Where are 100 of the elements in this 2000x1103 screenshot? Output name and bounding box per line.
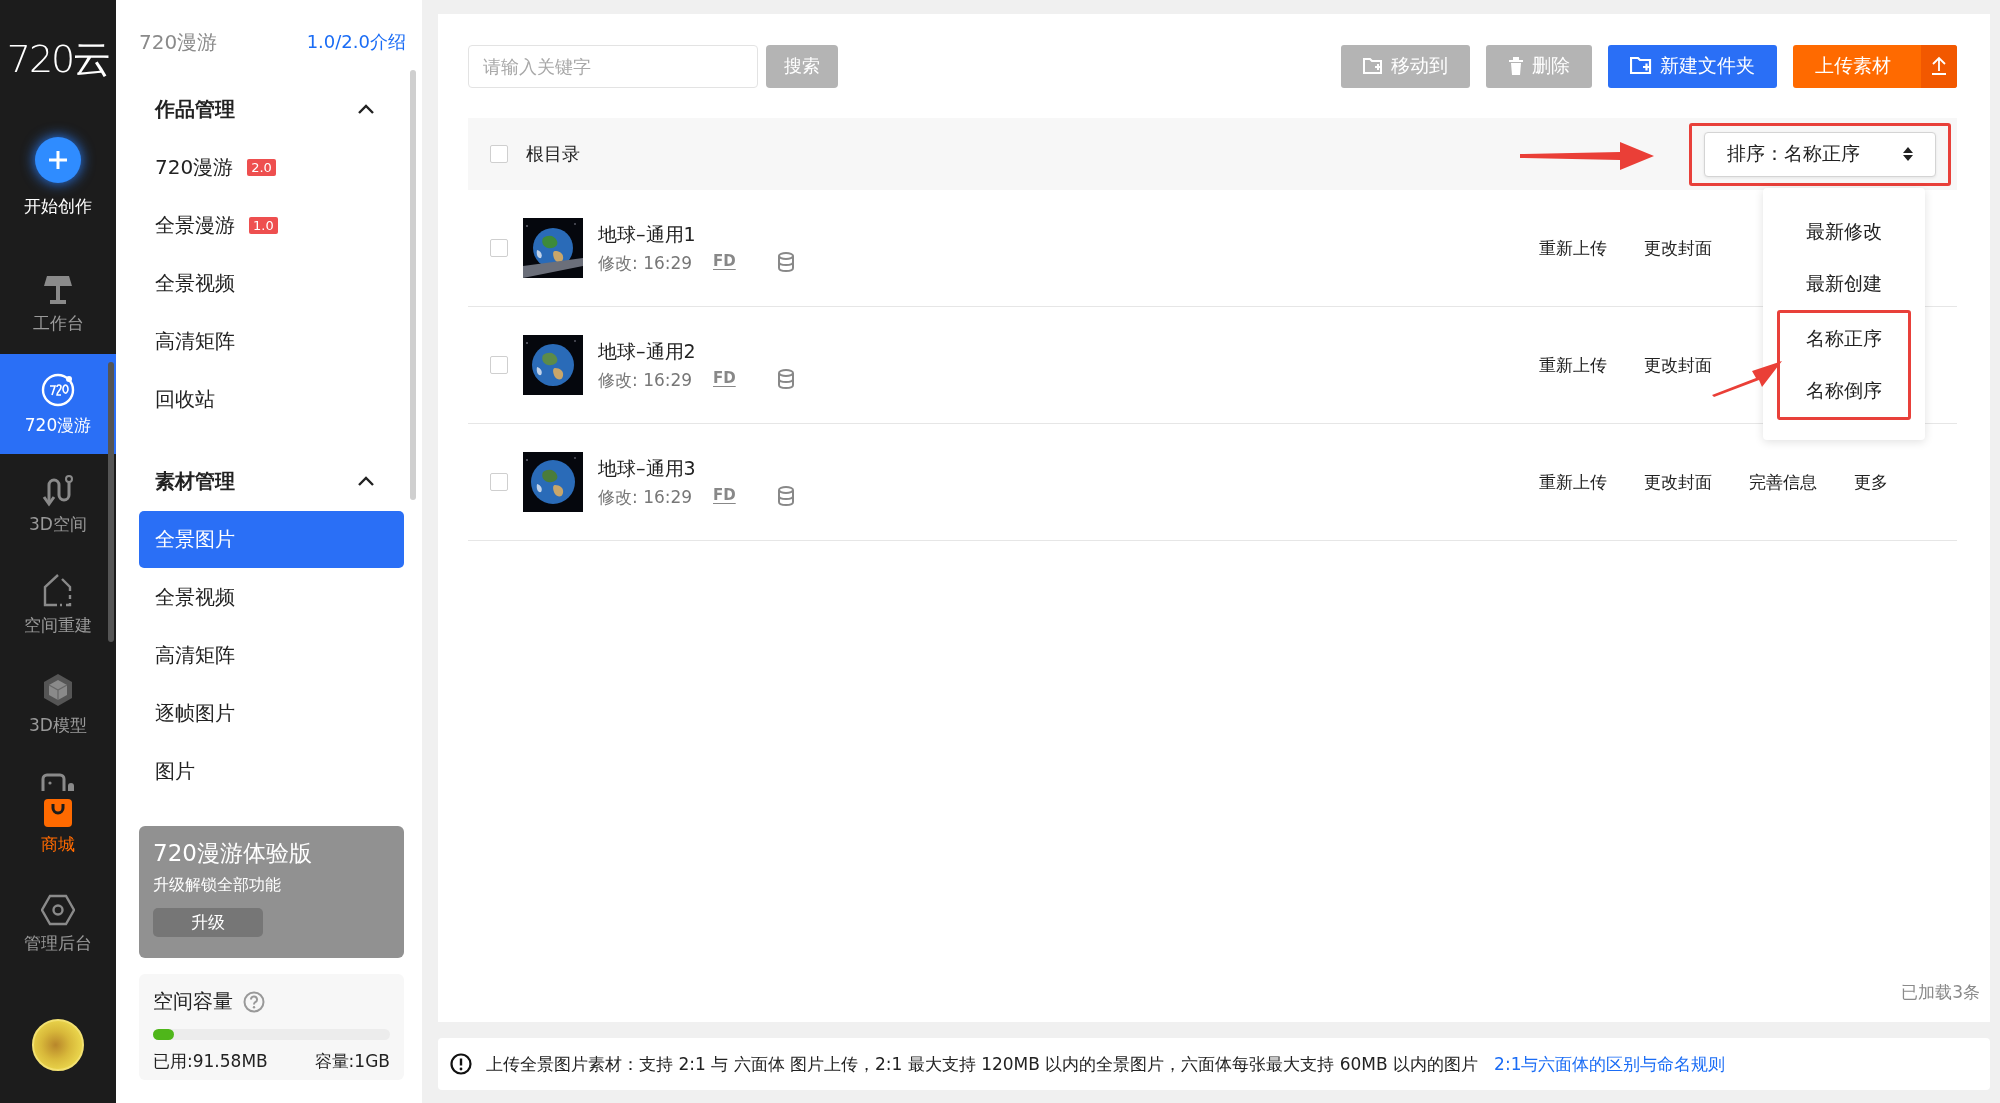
nav-item[interactable]: 3D空间 [0, 454, 116, 554]
folder-add-icon [1630, 56, 1652, 76]
create-label: 开始创作 [24, 195, 92, 218]
nav-item[interactable]: 空间重建 [0, 554, 116, 654]
arch-icon [40, 772, 76, 791]
chevron-up-icon[interactable] [358, 476, 374, 486]
checkbox[interactable] [490, 356, 508, 374]
sidebar-item[interactable]: 全景图片 [139, 511, 404, 568]
version-badge: 2.0 [247, 159, 276, 176]
section-title: 素材管理 [155, 467, 235, 495]
sidebar-item[interactable]: 逐帧图片 [139, 685, 404, 742]
database-icon [777, 486, 794, 506]
sort-option[interactable]: 最新修改 [1763, 206, 1925, 258]
modified-time: 修改: 16:29 [598, 251, 694, 275]
notice-text: 上传全景图片素材：支持 2:1 与 六面体 图片上传，2:1 最大支持 120MB 以内的全景图片，六面体每张最大支持 60MB 以内的图片 [486, 1052, 1479, 1076]
help-icon[interactable] [243, 990, 265, 1013]
checkbox[interactable] [490, 145, 508, 163]
sidebar-item-label: 高清矩阵 [155, 642, 235, 669]
format-tag: FD [713, 486, 736, 504]
sidebar-item[interactable]: 高清矩阵 [139, 313, 404, 370]
trash-icon [1508, 57, 1524, 75]
row-action-link[interactable]: 更多 [1854, 470, 1959, 494]
loaded-count: 已加载3条 [1901, 981, 1980, 1004]
modified-time: 修改: 16:29 [598, 485, 694, 509]
checkbox[interactable] [490, 239, 508, 257]
nav-label: 商城 [41, 832, 75, 856]
nav-item[interactable]: 管理后台 [0, 874, 116, 974]
row-action-link[interactable]: 重新上传 [1539, 470, 1644, 494]
sidebar-item[interactable]: 720漫游 2.0 [139, 139, 404, 196]
sidebar-item-label: 高清矩阵 [155, 328, 235, 355]
path-icon [41, 472, 75, 507]
format-tag: FD [713, 369, 736, 387]
sort-option[interactable]: 最新创建 [1763, 258, 1925, 310]
sidebar-item[interactable]: 回收站 [139, 371, 404, 428]
capacity-text: 容量:1GB [314, 1050, 390, 1073]
row-action-link[interactable]: 重新上传 [1539, 353, 1644, 377]
version-badge: 1.0 [249, 217, 278, 234]
file-name: 地球–通用1 [598, 221, 697, 247]
promo-subtitle: 升级解锁全部功能 [153, 875, 281, 896]
new-folder-button[interactable]: 新建文件夹 [1608, 44, 1777, 88]
sort-icon [1903, 146, 1913, 162]
tour-icon [40, 371, 76, 408]
scrollbar[interactable] [108, 362, 114, 642]
sidebar-item[interactable]: 全景视频 [139, 569, 404, 626]
sidebar-item[interactable]: 高清矩阵 [139, 627, 404, 684]
row-action-link[interactable]: 更改封面 [1644, 353, 1749, 377]
file-name: 地球–通用2 [598, 338, 697, 364]
nav-item[interactable]: 720漫游 [0, 354, 116, 454]
database-icon [777, 369, 794, 389]
root-label: 根目录 [526, 142, 580, 166]
row-action-link[interactable]: 完善信息 [1749, 470, 1854, 494]
nav-item[interactable]: 3D模型 [0, 654, 116, 754]
plus-icon [47, 149, 69, 171]
create-button[interactable] [35, 137, 81, 183]
nav-label: 工作台 [32, 311, 84, 335]
database-icon [777, 252, 794, 272]
sidebar-item-label: 全景视频 [155, 584, 235, 611]
logo[interactable]: 720云 [6, 34, 110, 85]
intro-link[interactable]: 1.0/2.0介绍 [306, 30, 406, 54]
sidebar-item-label: 回收站 [155, 386, 215, 413]
sidebar-item-label: 全景视频 [155, 270, 235, 297]
sidebar-title: 720漫游 [139, 28, 218, 56]
chevron-up-icon[interactable] [358, 104, 374, 114]
upgrade-button[interactable]: 升级 [153, 908, 263, 937]
search-field[interactable]: 请输入关键字 [468, 44, 758, 88]
naming-rules-link[interactable]: 2:1与六面体的区别与命名规则 [1494, 1052, 1726, 1076]
shopping-bag-icon [44, 796, 72, 827]
sort-option[interactable]: 名称倒序 [1780, 365, 1908, 417]
row-action-link[interactable]: 更改封面 [1644, 236, 1749, 260]
format-tag: FD [713, 252, 736, 270]
storage-title: 空间容量 [153, 988, 233, 1015]
hexagon-gear-icon [41, 893, 75, 926]
cube-icon [41, 671, 75, 708]
sidebar-item-label: 逐帧图片 [155, 700, 235, 727]
avatar[interactable] [32, 1019, 84, 1071]
file-name: 地球–通用3 [598, 455, 697, 481]
sort-option[interactable]: 名称正序 [1780, 313, 1908, 365]
promo-title: 720漫游体验版 [153, 839, 312, 868]
sidebar-item-label: 720漫游 [155, 154, 234, 181]
nav-item[interactable]: 工作台 [0, 254, 116, 354]
sort-dropdown[interactable]: 排序：名称正序 [1704, 131, 1936, 177]
sidebar-item-label: 全景漫游 [155, 212, 235, 239]
nav-label: 管理后台 [24, 931, 92, 955]
nav-label: 空间重建 [24, 613, 92, 637]
nav-item[interactable]: 商城 [0, 754, 116, 874]
sidebar-item-label: 图片 [155, 758, 195, 785]
row-action-link[interactable]: 重新上传 [1539, 236, 1644, 260]
scrollbar[interactable] [410, 70, 416, 500]
folder-move-icon [1363, 57, 1383, 75]
section-title: 作品管理 [155, 95, 235, 123]
nav-label: 3D模型 [29, 713, 87, 737]
used-text: 已用:91.58MB [153, 1050, 268, 1073]
sidebar-item[interactable]: 全景漫游 1.0 [139, 197, 404, 254]
row-action-link[interactable]: 更改封面 [1644, 470, 1749, 494]
info-icon [450, 1053, 472, 1075]
sidebar-item[interactable]: 图片 [139, 743, 404, 800]
sidebar-item-label: 全景图片 [155, 526, 235, 553]
sidebar-item[interactable]: 全景视频 [139, 255, 404, 312]
nav-label: 720漫游 [24, 413, 92, 437]
checkbox[interactable] [490, 473, 508, 491]
